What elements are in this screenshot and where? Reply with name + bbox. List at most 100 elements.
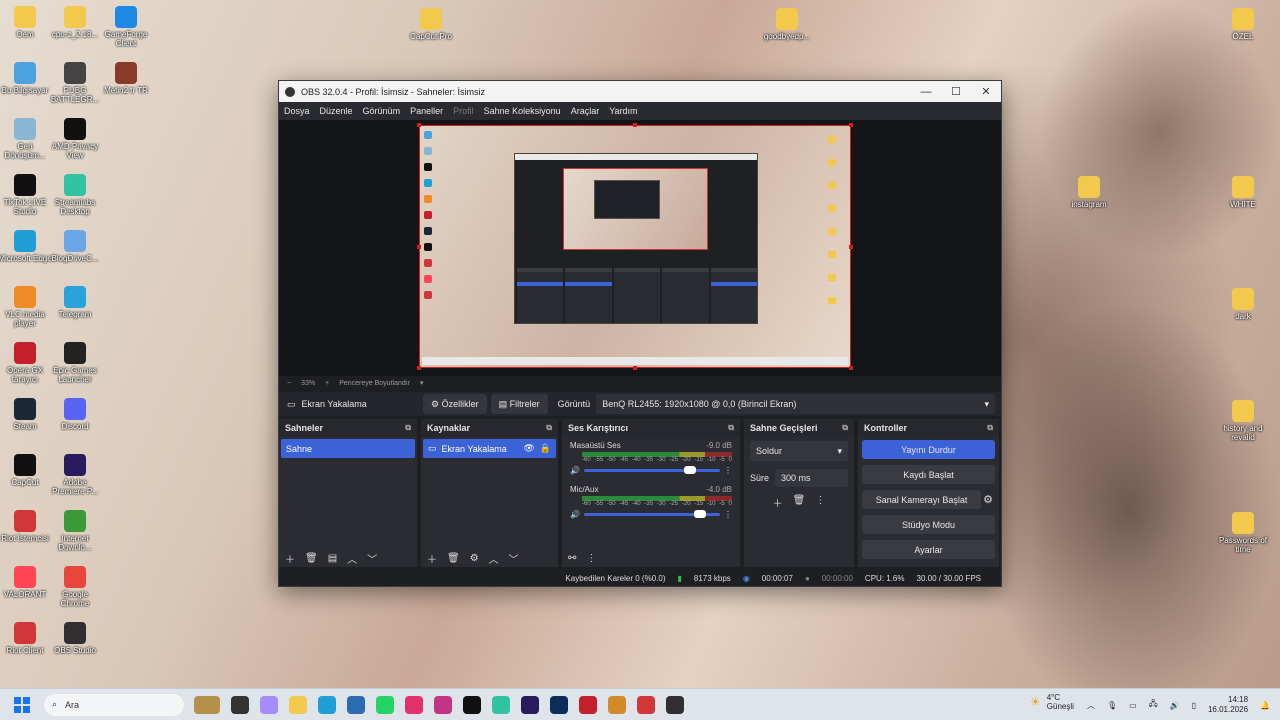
desktop-folder[interactable]: ÖZEL [1216,8,1270,41]
filter-icon[interactable]: ▤ [328,553,337,564]
more-icon[interactable]: ⋮ [724,466,732,475]
maximize-button[interactable]: ☐ [941,85,971,98]
add-icon[interactable]: ＋ [427,551,437,566]
start-recording-button[interactable]: Kaydı Başlat [862,465,995,484]
menu-edit[interactable]: Düzenle [315,106,358,116]
lock-icon[interactable]: 🔒 [540,443,551,454]
desktop-icon[interactable]: GameForge Client [99,6,153,48]
obs-titlebar[interactable]: OBS 32.0.4 - Profil: İsimsiz - Sahneler:… [279,81,1001,102]
widget-icon[interactable] [194,695,220,714]
search-box[interactable]: ⌕ Ara [44,693,184,716]
desktop-icon[interactable]: Oem [0,6,52,39]
network-icon[interactable]: 🖧 [1149,698,1158,712]
chevron-down-icon[interactable]: ▾ [420,379,424,387]
menu-tools[interactable]: Araçlar [566,106,605,116]
obs-taskbar-icon[interactable] [666,695,684,714]
properties-button[interactable]: ⚙ Özellikler [423,394,487,414]
gear-icon[interactable]: ⚙ [983,493,993,506]
transition-select[interactable]: Soldur ▾ [750,441,848,461]
resize-handle-bl[interactable] [417,366,421,370]
desktop-icon[interactable]: cpu-z_2.18... [48,6,102,39]
resize-handle-tl[interactable] [417,123,421,127]
riot-icon[interactable] [637,695,655,714]
start-virtual-camera-button[interactable]: Sanal Kamerayı Başlat [862,490,982,509]
more-icon[interactable]: ⋮ [586,553,596,564]
menu-view[interactable]: Görünüm [358,106,406,116]
desktop-icon[interactable]: Steam [0,398,52,431]
store-icon[interactable] [347,695,365,714]
chevron-up-icon[interactable]: ︿ [1087,700,1095,711]
desktop-icon[interactable]: Internet Downlo... [48,510,102,552]
chevron-down-icon[interactable]: ﹀ [367,551,377,566]
zoom-in-button[interactable]: + [325,380,329,387]
volume-icon[interactable]: 🔊 [1170,701,1180,710]
trash-icon[interactable]: 🗑 [793,495,806,510]
speaker-icon[interactable]: 🔊 [570,510,580,519]
scene-item[interactable]: Sahne [281,439,415,458]
desktop-icon[interactable]: Google Chrome [48,566,102,608]
chevron-down-icon[interactable]: ﹀ [509,551,519,566]
link-icon[interactable]: ⚯ [568,553,576,564]
screen-capture-source[interactable] [419,125,851,368]
desktop-icon[interactable]: Telegram [48,286,102,319]
duration-input[interactable]: 300 ms [775,469,848,487]
game-icon[interactable] [608,695,626,714]
studio-mode-button[interactable]: Stüdyo Modu [862,515,995,534]
copilot-icon[interactable] [260,695,278,714]
resize-handle-l[interactable] [417,245,421,249]
gear-icon[interactable]: ⚙ [470,553,479,564]
whatsapp-icon[interactable] [376,695,394,714]
trash-icon[interactable]: 🗑 [447,553,460,564]
close-button[interactable]: ✕ [971,85,1001,98]
tiktok-icon[interactable] [463,695,481,714]
volume-knob[interactable] [683,466,696,474]
volume-slider[interactable] [583,466,720,474]
photoshop-icon[interactable] [550,695,568,714]
file-explorer-icon[interactable] [289,695,307,714]
desktop-folder[interactable]: history and revalid [1216,400,1270,442]
desktop-icon[interactable]: Epic Games Launcher [48,342,102,384]
trash-icon[interactable]: 🗑 [305,553,318,564]
desktop-icon[interactable]: Streamlabs Desktop [48,174,102,216]
more-icon[interactable]: ⋮ [815,495,825,510]
task-view-icon[interactable] [231,695,249,714]
desktop-icon[interactable]: Microsoft Edge [0,230,52,263]
desktop-icon[interactable]: Metin2 tr TR [99,62,153,95]
minimize-button[interactable]: — [911,86,941,98]
resize-handle-b[interactable] [633,366,637,370]
volume-knob[interactable] [694,510,707,518]
edge-icon[interactable] [318,695,336,714]
desktop-folder[interactable]: Passwords of time [1216,512,1270,554]
add-icon[interactable]: ＋ [773,495,783,510]
resize-handle-r[interactable] [849,245,853,249]
display-select[interactable]: BenQ RL2455: 1920x1080 @ 0,0 (Birincil E… [596,394,995,414]
popout-icon[interactable]: ⧉ [405,423,411,433]
menu-file[interactable]: Dosya [279,106,315,116]
menu-docks[interactable]: Paneller [405,106,448,116]
desktop-folder[interactable]: dark [1216,288,1270,321]
desktop-icon[interactable]: VLC media player [0,286,52,328]
popout-icon[interactable]: ⧉ [728,423,734,433]
desktop-icon[interactable]: Riot Client [0,622,52,655]
weather-widget[interactable]: ☀ 4°C Güneşli [1030,693,1074,711]
desktop-folder[interactable]: WHITE [1216,176,1270,209]
zoom-out-button[interactable]: − [287,380,291,387]
resize-handle-br[interactable] [849,366,853,370]
monitor-icon[interactable]: ▭ [1129,701,1137,710]
opera-gx-icon[interactable] [579,695,597,714]
desktop-icon[interactable]: PUBG BATTLEGR... [48,62,102,104]
notification-icon[interactable]: 🔔 [1260,701,1270,710]
desktop-folder[interactable]: CapCut Pro [404,8,458,41]
desktop-icon[interactable]: Opera GX tarayıcı [0,342,52,384]
source-item[interactable]: ▭ Ekran Yakalama 👁 🔒 [423,439,556,458]
resize-handle-tr[interactable] [849,123,853,127]
desktop-icon[interactable]: Geri Dönüşüm... [0,118,52,160]
tiktok-live-icon[interactable] [405,695,423,714]
filters-button[interactable]: ▤ Filtreler [490,394,548,414]
more-icon[interactable]: ⋮ [724,510,732,519]
desktop-icon[interactable]: Adobe Premiere P... [48,454,102,496]
premiere-icon[interactable] [521,695,539,714]
menu-scene-collection[interactable]: Sahne Koleksiyonu [479,106,566,116]
speaker-icon[interactable]: 🔊 [570,466,580,475]
popout-icon[interactable]: ⧉ [987,423,993,433]
